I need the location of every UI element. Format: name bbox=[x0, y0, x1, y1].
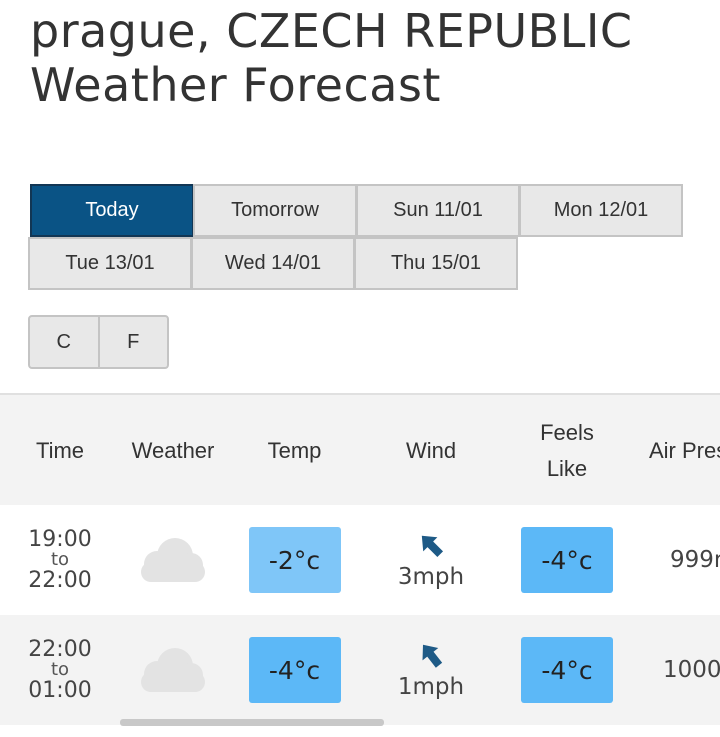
column-header-weather: Weather bbox=[131, 438, 215, 463]
time-separator: to bbox=[50, 659, 70, 680]
time-to: 22:00 bbox=[28, 568, 92, 593]
wind-arrow-icon bbox=[422, 644, 443, 668]
wind-cell: 1mph bbox=[363, 615, 499, 725]
temperature-unit-toggle: C F bbox=[28, 315, 169, 369]
tab-today[interactable]: Today bbox=[30, 184, 194, 237]
column-header-time: Time bbox=[35, 438, 85, 463]
table-row: 19:00 to 22:00 -2°c 3mph -4°c 999 bbox=[0, 505, 720, 615]
tab-sun-11-01[interactable]: Sun 11/01 bbox=[356, 184, 520, 237]
column-header-feels-like: Feels Like bbox=[499, 395, 635, 507]
time-from: 22:00 bbox=[28, 637, 92, 662]
table-header: Time Weather Temp Wind Feels Like Air Pr… bbox=[0, 393, 720, 505]
tab-mon-12-01[interactable]: Mon 12/01 bbox=[519, 184, 683, 237]
time-cell: 22:00 to 01:00 bbox=[0, 615, 120, 725]
column-header-temp: Temp bbox=[267, 438, 322, 463]
page-title-subtitle: Weather Forecast bbox=[30, 58, 441, 112]
tab-wed-14-01[interactable]: Wed 14/01 bbox=[191, 237, 355, 290]
air-pressure-value: 1000 bbox=[663, 657, 720, 683]
column-header-wind: Wind bbox=[405, 438, 457, 463]
tab-tomorrow[interactable]: Tomorrow bbox=[193, 184, 357, 237]
feels-like-value: -4°c bbox=[521, 527, 613, 593]
column-header-feels-like-line1: Feels bbox=[540, 420, 594, 445]
time-to: 01:00 bbox=[28, 678, 92, 703]
horizontal-scrollbar[interactable] bbox=[120, 719, 384, 726]
time-cell: 19:00 to 22:00 bbox=[0, 505, 120, 615]
wind-arrow-icon bbox=[421, 535, 444, 558]
page-title-location: prague, CZECH REPUBLIC bbox=[30, 4, 633, 58]
column-header-feels-like-line2: Like bbox=[546, 456, 588, 481]
forecast-table: Time Weather Temp Wind Feels Like Air Pr… bbox=[0, 393, 720, 737]
feels-like-value: -4°c bbox=[521, 637, 613, 703]
cloud-icon bbox=[141, 538, 205, 582]
feels-like-cell: -4°c bbox=[499, 505, 635, 615]
celsius-button[interactable]: C bbox=[30, 317, 98, 367]
wind-cell: 3mph bbox=[363, 505, 499, 615]
temp-cell: -2°c bbox=[226, 505, 363, 615]
time-from: 19:00 bbox=[28, 527, 92, 552]
air-pressure-value: 999m bbox=[670, 547, 720, 573]
temp-value: -4°c bbox=[248, 637, 341, 703]
table-row: 22:00 to 01:00 -4°c 1mph -4°c 1000 bbox=[0, 615, 720, 725]
wind-speed: 3mph bbox=[397, 564, 465, 590]
column-header-air-pressure: Air Pres bbox=[649, 438, 720, 463]
feels-like-cell: -4°c bbox=[499, 615, 635, 725]
tab-tue-13-01[interactable]: Tue 13/01 bbox=[28, 237, 192, 290]
time-separator: to bbox=[50, 549, 70, 570]
weather-cell bbox=[120, 505, 226, 615]
cloud-icon bbox=[141, 648, 205, 692]
weather-cell bbox=[120, 615, 226, 725]
fahrenheit-button[interactable]: F bbox=[97, 317, 168, 367]
temp-value: -2°c bbox=[248, 527, 341, 593]
tab-thu-15-01[interactable]: Thu 15/01 bbox=[354, 237, 518, 290]
wind-speed: 1mph bbox=[397, 674, 465, 700]
temp-cell: -4°c bbox=[226, 615, 363, 725]
page-title: prague, CZECH REPUBLIC Weather Forecast bbox=[30, 4, 633, 112]
